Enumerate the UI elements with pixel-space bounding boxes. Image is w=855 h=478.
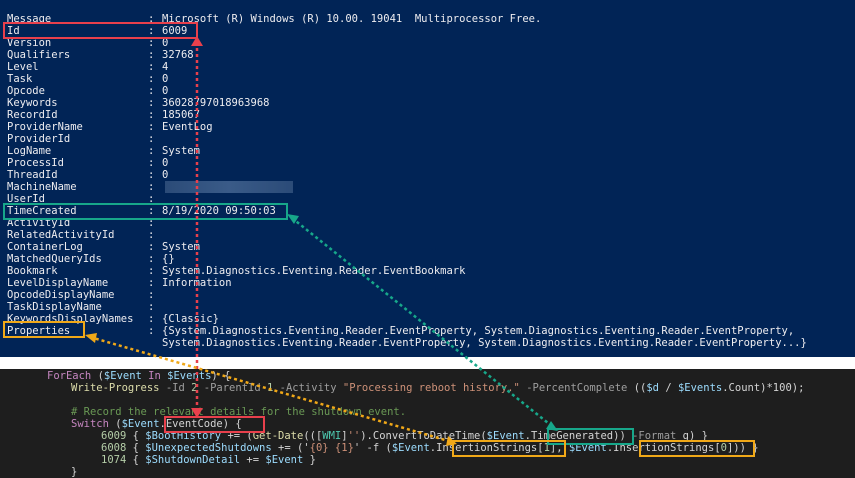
screenshot-separator	[0, 357, 855, 369]
property-key: Opcode	[7, 85, 45, 97]
property-key: Keywords	[7, 97, 58, 109]
property-key: RecordId	[7, 109, 58, 121]
property-separator: :	[148, 121, 155, 133]
property-value: 36028797018963968	[162, 97, 270, 109]
property-value: {}	[162, 253, 175, 265]
code-editor: ForEach ($Event In $Events) { Write-Prog…	[0, 369, 855, 478]
property-value: {Classic}	[162, 313, 219, 325]
property-value: 32768	[162, 49, 194, 61]
property-value: System	[162, 241, 200, 253]
property-value: Information	[162, 277, 232, 289]
property-key: Properties	[7, 325, 71, 337]
code-line-switch: Switch ($Event.EventCode) {	[71, 418, 242, 430]
property-separator: :	[148, 301, 155, 313]
property-value: 0	[162, 73, 169, 85]
property-separator: :	[148, 241, 155, 253]
property-separator: :	[148, 97, 155, 109]
property-key: Bookmark	[7, 265, 58, 277]
property-key: RelatedActivityId	[7, 229, 115, 241]
property-separator: :	[148, 109, 155, 121]
property-key: Id	[7, 25, 20, 37]
property-separator: :	[148, 277, 155, 289]
property-separator: :	[148, 49, 155, 61]
property-key: LogName	[7, 145, 52, 157]
property-key: Version	[7, 37, 52, 49]
insertionstrings-property-2: InsertionStrings	[613, 442, 715, 454]
property-separator: :	[148, 181, 155, 193]
foreach-keyword: ForEach	[47, 370, 92, 382]
property-value: 4	[162, 61, 169, 73]
property-value: EventLog	[162, 121, 213, 133]
property-value: 8/19/2020 09:50:03	[162, 205, 276, 217]
property-separator: :	[148, 193, 155, 205]
property-value: 0	[162, 157, 169, 169]
redacted-value	[165, 181, 293, 193]
property-key: Message	[7, 13, 52, 25]
code-line-close-brace: }	[71, 466, 78, 478]
property-key: Qualifiers	[7, 49, 71, 61]
property-value: Microsoft (R) Windows (R) 10.00. 19041 M…	[162, 13, 542, 25]
property-separator: :	[148, 265, 155, 277]
property-value: 185067	[162, 109, 200, 121]
code-line-case-1074: 1074 { $ShutdownDetail += $Event }	[101, 454, 316, 466]
property-key: LevelDisplayName	[7, 277, 109, 289]
property-key: OpcodeDisplayName	[7, 289, 115, 301]
property-separator: :	[148, 325, 155, 337]
eventcode-property: EventCode	[165, 418, 223, 430]
property-separator: :	[148, 13, 155, 25]
property-value: 0	[162, 85, 169, 97]
property-key: MachineName	[7, 181, 77, 193]
property-separator: :	[148, 61, 155, 73]
property-separator: :	[148, 217, 155, 229]
property-key: TaskDisplayName	[7, 301, 102, 313]
property-key: UserId	[7, 193, 45, 205]
timegenerated-property: TimeGenerated	[530, 430, 614, 442]
powershell-output: Message: Microsoft (R) Windows (R) 10.00.…	[0, 0, 855, 357]
property-separator: :	[148, 133, 155, 145]
property-key: Level	[7, 61, 39, 73]
property-key: Task	[7, 73, 33, 85]
property-value: System.Diagnostics.Eventing.Reader.Event…	[162, 265, 466, 277]
property-value: 6009	[162, 25, 188, 37]
property-separator: :	[148, 289, 155, 301]
property-value: 0	[162, 37, 169, 49]
property-separator: :	[148, 37, 155, 49]
property-separator: :	[148, 85, 155, 97]
code-line-foreach: ForEach ($Event In $Events) {	[47, 370, 231, 382]
property-key: MatchedQueryIds	[7, 253, 102, 265]
property-key: TimeCreated	[7, 205, 77, 217]
code-line-write-progress: Write-Progress -Id 2 -ParentId 1 -Activi…	[71, 382, 805, 394]
property-value: System	[162, 145, 200, 157]
property-separator: :	[148, 205, 155, 217]
code-line-case-6008: 6008 { $UnexpectedShutdowns += ('{0} {1}…	[101, 442, 759, 454]
property-separator: :	[148, 229, 155, 241]
property-separator: :	[148, 157, 155, 169]
property-key: ActivityId	[7, 217, 71, 229]
switch-keyword: Switch	[71, 418, 109, 430]
property-separator: :	[148, 169, 155, 181]
property-key: ProcessId	[7, 157, 64, 169]
property-separator: :	[148, 73, 155, 85]
code-comment: # Record the relevant details for the sh…	[71, 406, 407, 418]
property-key: ThreadId	[7, 169, 58, 181]
property-key: ProviderName	[7, 121, 83, 133]
property-separator: :	[148, 253, 155, 265]
property-key: KeywordsDisplayNames	[7, 313, 134, 325]
properties-continuation: System.Diagnostics.Eventing.Reader.Event…	[162, 337, 807, 349]
insertionstrings-property-1: InsertionStrings	[436, 442, 538, 454]
property-value: 0	[162, 169, 169, 181]
property-key: ProviderId	[7, 133, 71, 145]
property-separator: :	[148, 25, 155, 37]
property-key: ContainerLog	[7, 241, 83, 253]
property-value: {System.Diagnostics.Eventing.Reader.Even…	[162, 325, 795, 337]
property-separator: :	[148, 313, 155, 325]
property-separator: :	[148, 145, 155, 157]
code-line-case-6009: 6009 { $BootHistory += (Get-Date(([WMI]'…	[101, 430, 708, 442]
